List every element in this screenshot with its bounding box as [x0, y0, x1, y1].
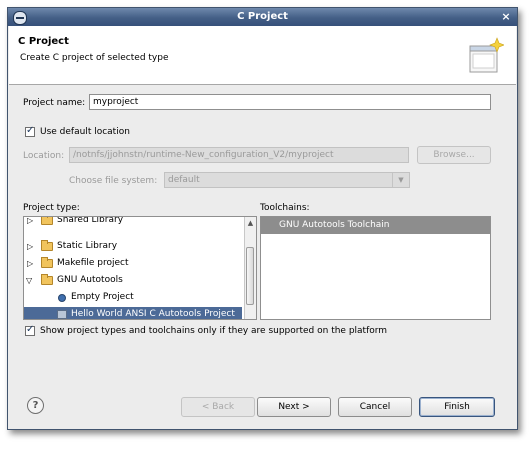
toolchains-list[interactable]: GNU Autotools Toolchain	[260, 216, 491, 320]
folder-icon	[41, 240, 53, 251]
location-input[interactable]: /notnfs/jjohnstn/runtime-New_configurati…	[69, 147, 409, 163]
tree-item-gnu-autotools[interactable]: ▽ GNU Autotools	[24, 273, 242, 290]
collapse-arrow-icon[interactable]: ▽	[26, 276, 34, 286]
scrollbar-thumb[interactable]	[246, 247, 254, 305]
tree-scrollbar[interactable]: ▲	[244, 217, 256, 319]
supported-only-label: Show project types and toolchains only i…	[40, 326, 388, 336]
cancel-button[interactable]: Cancel	[338, 397, 412, 417]
new-project-wizard-icon	[469, 37, 504, 73]
title-bar[interactable]: C Project ×	[8, 8, 517, 26]
window-title: C Project	[237, 11, 288, 22]
tree-item-makefile-project[interactable]: ▷ Makefile project	[24, 256, 242, 273]
expand-arrow-icon[interactable]: ▷	[27, 217, 35, 226]
location-label: Location:	[23, 151, 65, 161]
folder-icon	[41, 257, 53, 268]
project-name-input[interactable]: myproject	[89, 94, 491, 110]
file-system-label: Choose file system:	[69, 176, 158, 186]
toolchain-item[interactable]: GNU Autotools Toolchain	[261, 217, 490, 234]
help-icon[interactable]: ?	[27, 397, 44, 414]
tree-item-label: Makefile project	[57, 258, 129, 268]
chevron-down-icon: ▼	[392, 173, 409, 187]
use-default-location-checkbox[interactable]	[25, 125, 35, 137]
browse-button[interactable]: Browse...	[417, 146, 491, 164]
tree-item-empty-project[interactable]: Empty Project	[24, 290, 242, 307]
file-system-value: default	[168, 175, 200, 185]
project-type-tree[interactable]: ▷ Shared Library ▷ Static Library ▷ Make…	[23, 216, 257, 320]
finish-button[interactable]: Finish	[419, 397, 495, 417]
wizard-header: C Project Create C project of selected t…	[9, 26, 516, 85]
next-button[interactable]: Next >	[257, 397, 331, 417]
tree-item-label: Empty Project	[71, 292, 134, 302]
wizard-description: Create C project of selected type	[20, 53, 169, 63]
project-icon	[57, 310, 67, 319]
tree-item-label: Shared Library	[57, 216, 124, 225]
use-default-location-label: Use default location	[40, 127, 130, 137]
project-name-label: Project name:	[23, 98, 86, 108]
expand-arrow-icon[interactable]: ▷	[27, 259, 35, 269]
supported-only-checkbox[interactable]	[25, 324, 35, 336]
tree-item-label: Hello World ANSI C Autotools Project	[71, 309, 235, 319]
toolchains-label: Toolchains:	[260, 203, 310, 213]
back-button[interactable]: < Back	[181, 397, 255, 417]
c-project-dialog: C Project × C Project Create C project o…	[7, 7, 518, 430]
wizard-title: C Project	[18, 36, 69, 47]
file-system-select[interactable]: default ▼	[164, 172, 410, 188]
project-dot-icon	[58, 294, 66, 302]
folder-open-icon	[41, 274, 53, 285]
close-icon[interactable]: ×	[500, 11, 512, 23]
scroll-up-icon[interactable]: ▲	[246, 218, 255, 228]
expand-arrow-icon[interactable]: ▷	[27, 242, 35, 252]
project-type-label: Project type:	[23, 203, 80, 213]
tree-item-label: Static Library	[57, 241, 118, 251]
tree-item-shared-library[interactable]: ▷ Shared Library	[24, 216, 242, 230]
folder-icon	[41, 217, 53, 225]
toolchain-item-label: GNU Autotools Toolchain	[279, 220, 390, 230]
tree-item-hello-world-autotools[interactable]: Hello World ANSI C Autotools Project	[24, 307, 242, 319]
tree-item-label: GNU Autotools	[57, 275, 123, 285]
tree-item-static-library[interactable]: ▷ Static Library	[24, 239, 242, 256]
